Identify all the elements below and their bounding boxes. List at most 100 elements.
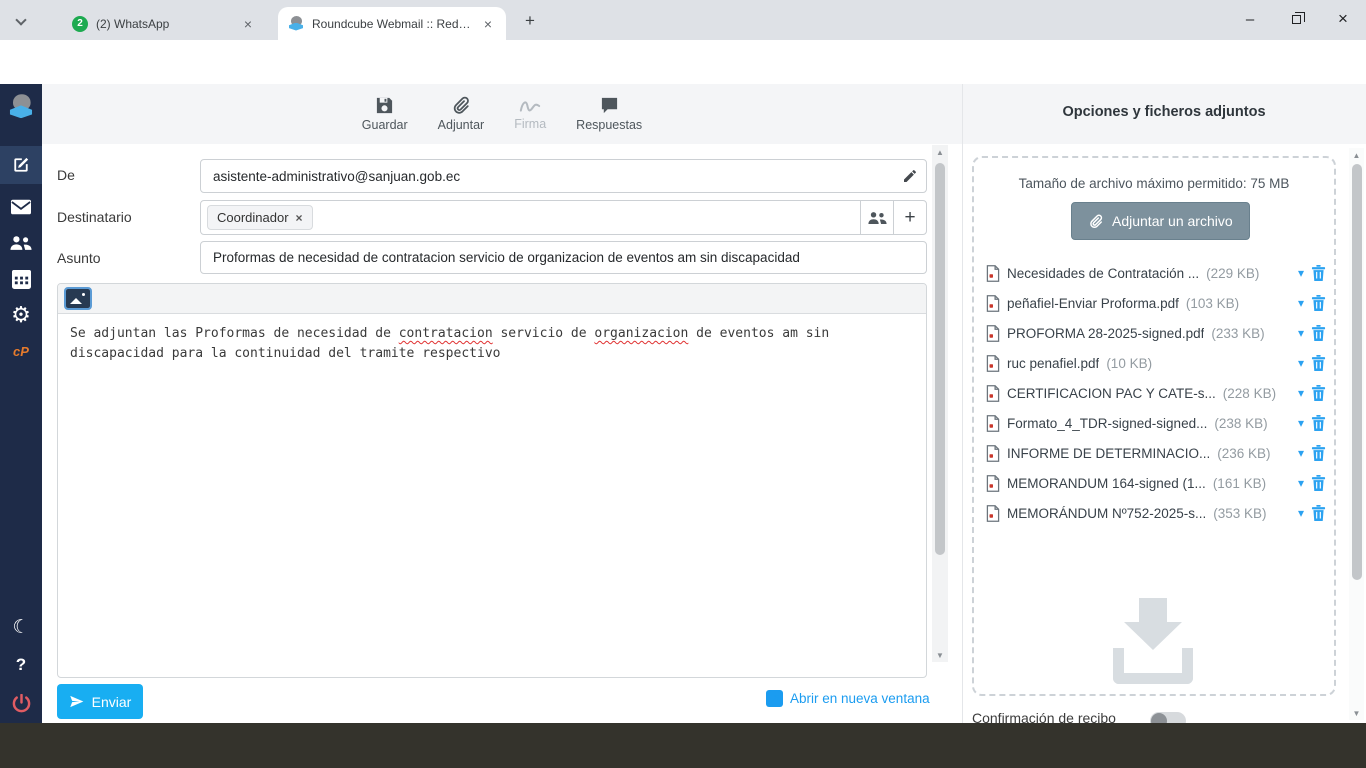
- from-value: asistente-administrativo@sanjuan.gob.ec: [201, 169, 893, 184]
- window-restore-button[interactable]: [1273, 0, 1319, 38]
- attachment-list: Necesidades de Contratación ... (229 KB)…: [986, 258, 1326, 528]
- attachment-size: (353 KB): [1213, 506, 1266, 521]
- attachment-name: ruc penafiel.pdf: [1007, 356, 1099, 371]
- scrollbar-thumb[interactable]: [1352, 164, 1362, 580]
- attachment-menu-caret-icon[interactable]: ▾: [1298, 416, 1304, 430]
- attachment-row[interactable]: Necesidades de Contratación ... (229 KB)…: [986, 258, 1326, 288]
- body-text: servicio de: [493, 326, 595, 341]
- tab-whatsapp[interactable]: 2 (2) WhatsApp ×: [62, 7, 266, 40]
- attachment-menu-caret-icon[interactable]: ▾: [1298, 356, 1304, 370]
- delete-attachment-icon[interactable]: [1311, 385, 1326, 401]
- browser-toolbar: ← → ↻ webmail.sanjuan.gob.ec/cpsess76288…: [0, 40, 1366, 84]
- sidebar-item-mail[interactable]: [0, 188, 42, 226]
- responses-button[interactable]: Respuestas: [576, 96, 642, 132]
- tab-roundcube[interactable]: Roundcube Webmail :: Redactar ×: [278, 7, 506, 40]
- attachment-size: (228 KB): [1223, 386, 1276, 401]
- pdf-file-icon: [986, 295, 1000, 312]
- speech-bubble-icon: [600, 96, 619, 115]
- attachment-menu-caret-icon[interactable]: ▾: [1298, 296, 1304, 310]
- window-close-button[interactable]: ×: [1320, 0, 1366, 38]
- attachment-menu-caret-icon[interactable]: ▾: [1298, 446, 1304, 460]
- moon-icon: ☾: [12, 616, 29, 639]
- attachment-size: (10 KB): [1106, 356, 1152, 371]
- sidebar-item-calendar[interactable]: [0, 260, 42, 298]
- sidebar-item-contacts[interactable]: [0, 224, 42, 262]
- sidebar-item-help[interactable]: ?: [0, 646, 42, 684]
- new-tab-button[interactable]: +: [518, 9, 542, 33]
- add-contact-button[interactable]: [860, 201, 893, 234]
- save-button[interactable]: Guardar: [362, 96, 408, 132]
- attachment-menu-caret-icon[interactable]: ▾: [1298, 506, 1304, 520]
- recipient-chip-label: Coordinador: [217, 210, 289, 225]
- from-field[interactable]: asistente-administrativo@sanjuan.gob.ec: [200, 159, 927, 193]
- delete-attachment-icon[interactable]: [1311, 475, 1326, 491]
- message-body[interactable]: Se adjuntan las Proformas de necesidad d…: [58, 314, 926, 374]
- delete-attachment-icon[interactable]: [1311, 415, 1326, 431]
- max-size-note: Tamaño de archivo máximo permitido: 75 M…: [972, 176, 1336, 191]
- calendar-icon: [12, 270, 31, 289]
- attachment-name: MEMORÁNDUM Nº752-2025-s...: [1007, 506, 1206, 521]
- delete-attachment-icon[interactable]: [1311, 265, 1326, 281]
- attachment-menu-caret-icon[interactable]: ▾: [1298, 476, 1304, 490]
- sidebar-item-logout[interactable]: [0, 684, 42, 722]
- roundcube-logo[interactable]: [0, 88, 42, 126]
- scroll-down-arrow[interactable]: ▼: [932, 648, 948, 662]
- delete-attachment-icon[interactable]: [1311, 325, 1326, 341]
- attachment-size: (103 KB): [1186, 296, 1239, 311]
- attachment-row[interactable]: INFORME DE DETERMINACIO... (236 KB) ▾: [986, 438, 1326, 468]
- attachment-row[interactable]: peñafiel-Enviar Proforma.pdf (103 KB) ▾: [986, 288, 1326, 318]
- attachment-row[interactable]: PROFORMA 28-2025-signed.pdf (233 KB) ▾: [986, 318, 1326, 348]
- close-tab-icon[interactable]: ×: [240, 16, 256, 32]
- to-field[interactable]: Coordinador × +: [200, 200, 927, 235]
- roundcube-favicon: [288, 16, 304, 32]
- close-tab-icon[interactable]: ×: [480, 16, 496, 32]
- sidebar-item-compose[interactable]: [0, 146, 42, 184]
- open-new-window-link[interactable]: ↗ Abrir en nueva ventana: [766, 690, 936, 707]
- scrollbar-thumb[interactable]: [935, 163, 945, 555]
- scroll-down-arrow[interactable]: ▼: [1349, 706, 1364, 720]
- delete-attachment-icon[interactable]: [1311, 445, 1326, 461]
- attachment-size: (236 KB): [1217, 446, 1270, 461]
- attach-button[interactable]: Adjuntar: [438, 96, 485, 132]
- delete-attachment-icon[interactable]: [1311, 505, 1326, 521]
- compose-scrollbar[interactable]: ▲ ▼: [932, 145, 948, 662]
- subject-field[interactable]: Proformas de necesidad de contratacion s…: [200, 241, 927, 274]
- delete-attachment-icon[interactable]: [1311, 355, 1326, 371]
- recipient-chip[interactable]: Coordinador ×: [207, 205, 313, 230]
- attachment-row[interactable]: MEMORANDUM 164-signed (1... (161 KB) ▾: [986, 468, 1326, 498]
- attachment-menu-caret-icon[interactable]: ▾: [1298, 386, 1304, 400]
- pencil-icon: [902, 168, 918, 184]
- editor-toolbar: [58, 284, 926, 314]
- attachment-row[interactable]: MEMORÁNDUM Nº752-2025-s... (353 KB) ▾: [986, 498, 1326, 528]
- sidebar-item-settings[interactable]: ⚙: [0, 296, 42, 334]
- sidebar-item-cpanel[interactable]: cP: [0, 332, 42, 370]
- attachment-name: Necesidades de Contratación ...: [1007, 266, 1199, 281]
- remove-recipient-icon[interactable]: ×: [296, 211, 303, 225]
- attachment-menu-caret-icon[interactable]: ▾: [1298, 266, 1304, 280]
- screen: 2 (2) WhatsApp × Roundcube Webmail :: Re…: [0, 0, 1366, 768]
- scroll-up-arrow[interactable]: ▲: [932, 145, 948, 159]
- edit-identity-button[interactable]: [893, 160, 926, 192]
- add-recipient-button[interactable]: +: [893, 201, 926, 234]
- attachment-row[interactable]: ruc penafiel.pdf (10 KB) ▾: [986, 348, 1326, 378]
- subject-value: Proformas de necesidad de contratacion s…: [201, 250, 926, 265]
- paperclip-icon: [451, 96, 470, 115]
- attachment-name: MEMORANDUM 164-signed (1...: [1007, 476, 1206, 491]
- attachment-size: (238 KB): [1214, 416, 1267, 431]
- delete-attachment-icon[interactable]: [1311, 295, 1326, 311]
- scroll-up-arrow[interactable]: ▲: [1349, 148, 1364, 162]
- insert-image-button[interactable]: [66, 289, 90, 308]
- attachment-name: INFORME DE DETERMINACIO...: [1007, 446, 1210, 461]
- attachment-size: (233 KB): [1211, 326, 1264, 341]
- send-button[interactable]: Enviar: [57, 684, 143, 719]
- attachment-menu-caret-icon[interactable]: ▾: [1298, 326, 1304, 340]
- tab-search-button[interactable]: [10, 10, 32, 32]
- sidebar-item-dark-mode[interactable]: ☾: [0, 608, 42, 646]
- attach-file-button[interactable]: Adjuntar un archivo: [1071, 202, 1250, 240]
- window-minimize-button[interactable]: –: [1227, 0, 1273, 38]
- cpanel-icon: cP: [13, 344, 29, 359]
- attachment-row[interactable]: Formato_4_TDR-signed-signed... (238 KB) …: [986, 408, 1326, 438]
- whatsapp-favicon: 2: [72, 16, 88, 32]
- attachment-row[interactable]: CERTIFICACION PAC Y CATE-s... (228 KB) ▾: [986, 378, 1326, 408]
- panel-scrollbar[interactable]: ▲ ▼: [1349, 148, 1364, 720]
